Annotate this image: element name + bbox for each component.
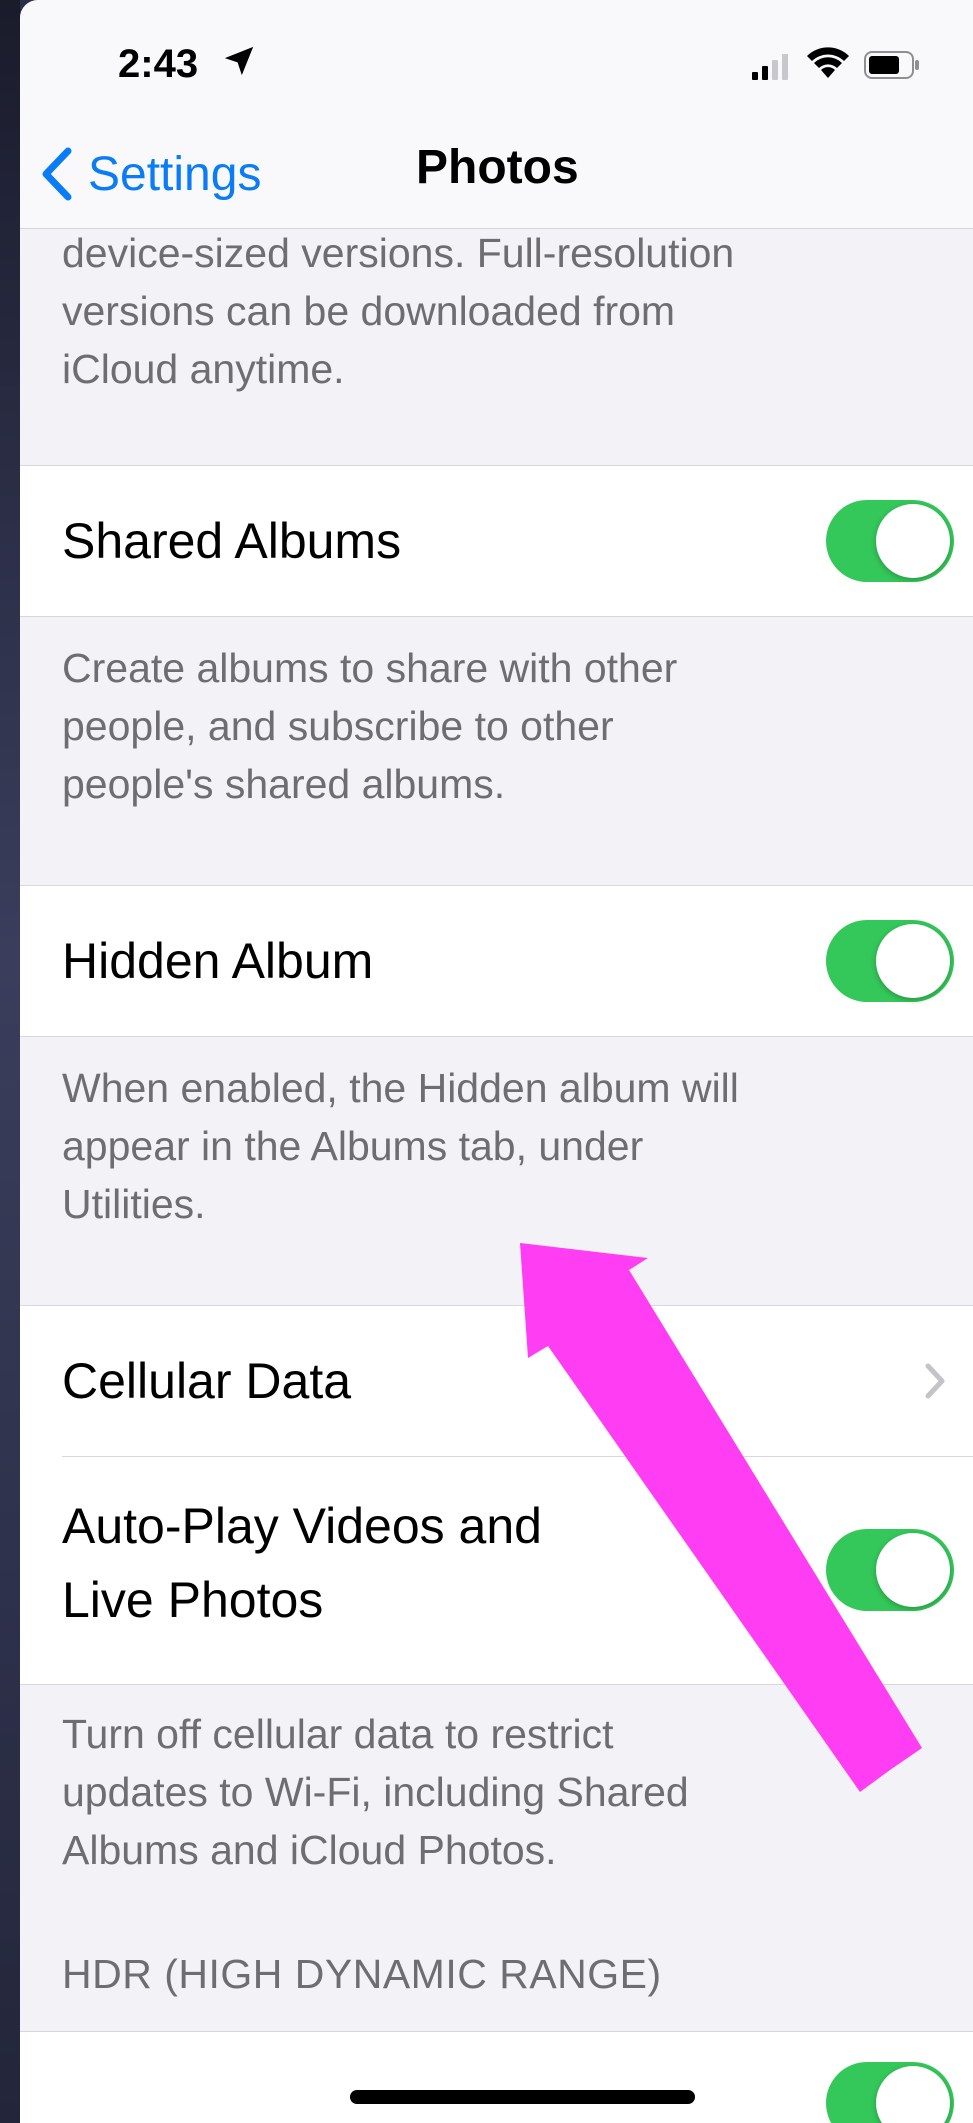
toggle-knob xyxy=(876,1533,950,1607)
battery-icon xyxy=(864,51,919,79)
status-time: 2:43 xyxy=(118,42,199,86)
shared-albums-label: Shared Albums xyxy=(62,513,402,569)
footer-line: When enabled, the Hidden album will xyxy=(62,1065,739,1111)
footer-line: Utilities. xyxy=(62,1181,206,1227)
hdr-row xyxy=(20,2031,973,2123)
autoplay-label-line: Auto-Play Videos and xyxy=(62,1498,542,1554)
footer-line: device-sized versions. Full-resolution xyxy=(62,230,735,276)
page-title: Photos xyxy=(416,141,579,194)
location-arrow-icon xyxy=(224,46,254,76)
footer-line: iCloud anytime. xyxy=(62,346,345,392)
autoplay-row: Auto-Play Videos and Live Photos xyxy=(20,1457,973,1684)
backdrop xyxy=(0,0,20,2123)
cellular-footer: Turn off cellular data to restrict updat… xyxy=(62,1705,689,1879)
hidden-album-toggle[interactable] xyxy=(826,920,954,1002)
hidden-album-footer: When enabled, the Hidden album will appe… xyxy=(62,1059,739,1233)
back-button-label: Settings xyxy=(88,147,262,201)
back-button[interactable]: Settings xyxy=(40,138,261,210)
icloud-footer-text: device-sized versions. Full-resolution v… xyxy=(62,224,734,398)
shared-albums-row: Shared Albums xyxy=(20,465,973,617)
cellular-signal-icon xyxy=(752,54,788,80)
wifi-icon xyxy=(807,47,849,78)
status-bar: 2:43 xyxy=(20,0,973,120)
footer-line: Create albums to share with other xyxy=(62,645,678,691)
settings-list[interactable]: device-sized versions. Full-resolution v… xyxy=(20,229,973,2123)
toggle-knob xyxy=(876,2066,950,2123)
footer-line: people's shared albums. xyxy=(62,761,506,807)
chevron-right-icon xyxy=(925,1363,945,1399)
footer-line: Albums and iCloud Photos. xyxy=(62,1827,557,1873)
footer-line: updates to Wi-Fi, including Shared xyxy=(62,1769,689,1815)
footer-line: Turn off cellular data to restrict xyxy=(62,1711,614,1757)
shared-albums-toggle[interactable] xyxy=(826,500,954,582)
cellular-group: Cellular Data Auto-Play Videos and Live … xyxy=(20,1305,973,1685)
footer-line: versions can be downloaded from xyxy=(62,288,676,334)
autoplay-toggle[interactable] xyxy=(826,1529,954,1611)
hdr-toggle[interactable] xyxy=(826,2062,954,2123)
chevron-left-icon xyxy=(42,147,72,201)
footer-line: appear in the Albums tab, under xyxy=(62,1123,644,1169)
footer-line: people, and subscribe to other xyxy=(62,703,614,749)
phone-screen: 2:43 Settings Photos device-sized versio… xyxy=(20,0,973,2123)
toggle-knob xyxy=(876,924,950,998)
autoplay-label-line: Live Photos xyxy=(62,1572,324,1628)
cellular-data-row[interactable]: Cellular Data xyxy=(20,1306,973,1456)
cellular-data-label: Cellular Data xyxy=(62,1353,352,1409)
home-indicator[interactable] xyxy=(350,2090,695,2104)
shared-albums-footer: Create albums to share with other people… xyxy=(62,639,677,813)
hdr-section-header: HDR (HIGH DYNAMIC RANGE) xyxy=(62,1951,662,1997)
hidden-album-label: Hidden Album xyxy=(62,933,374,989)
autoplay-label: Auto-Play Videos and Live Photos xyxy=(62,1489,542,1637)
toggle-knob xyxy=(876,504,950,578)
hidden-album-row: Hidden Album xyxy=(20,885,973,1037)
